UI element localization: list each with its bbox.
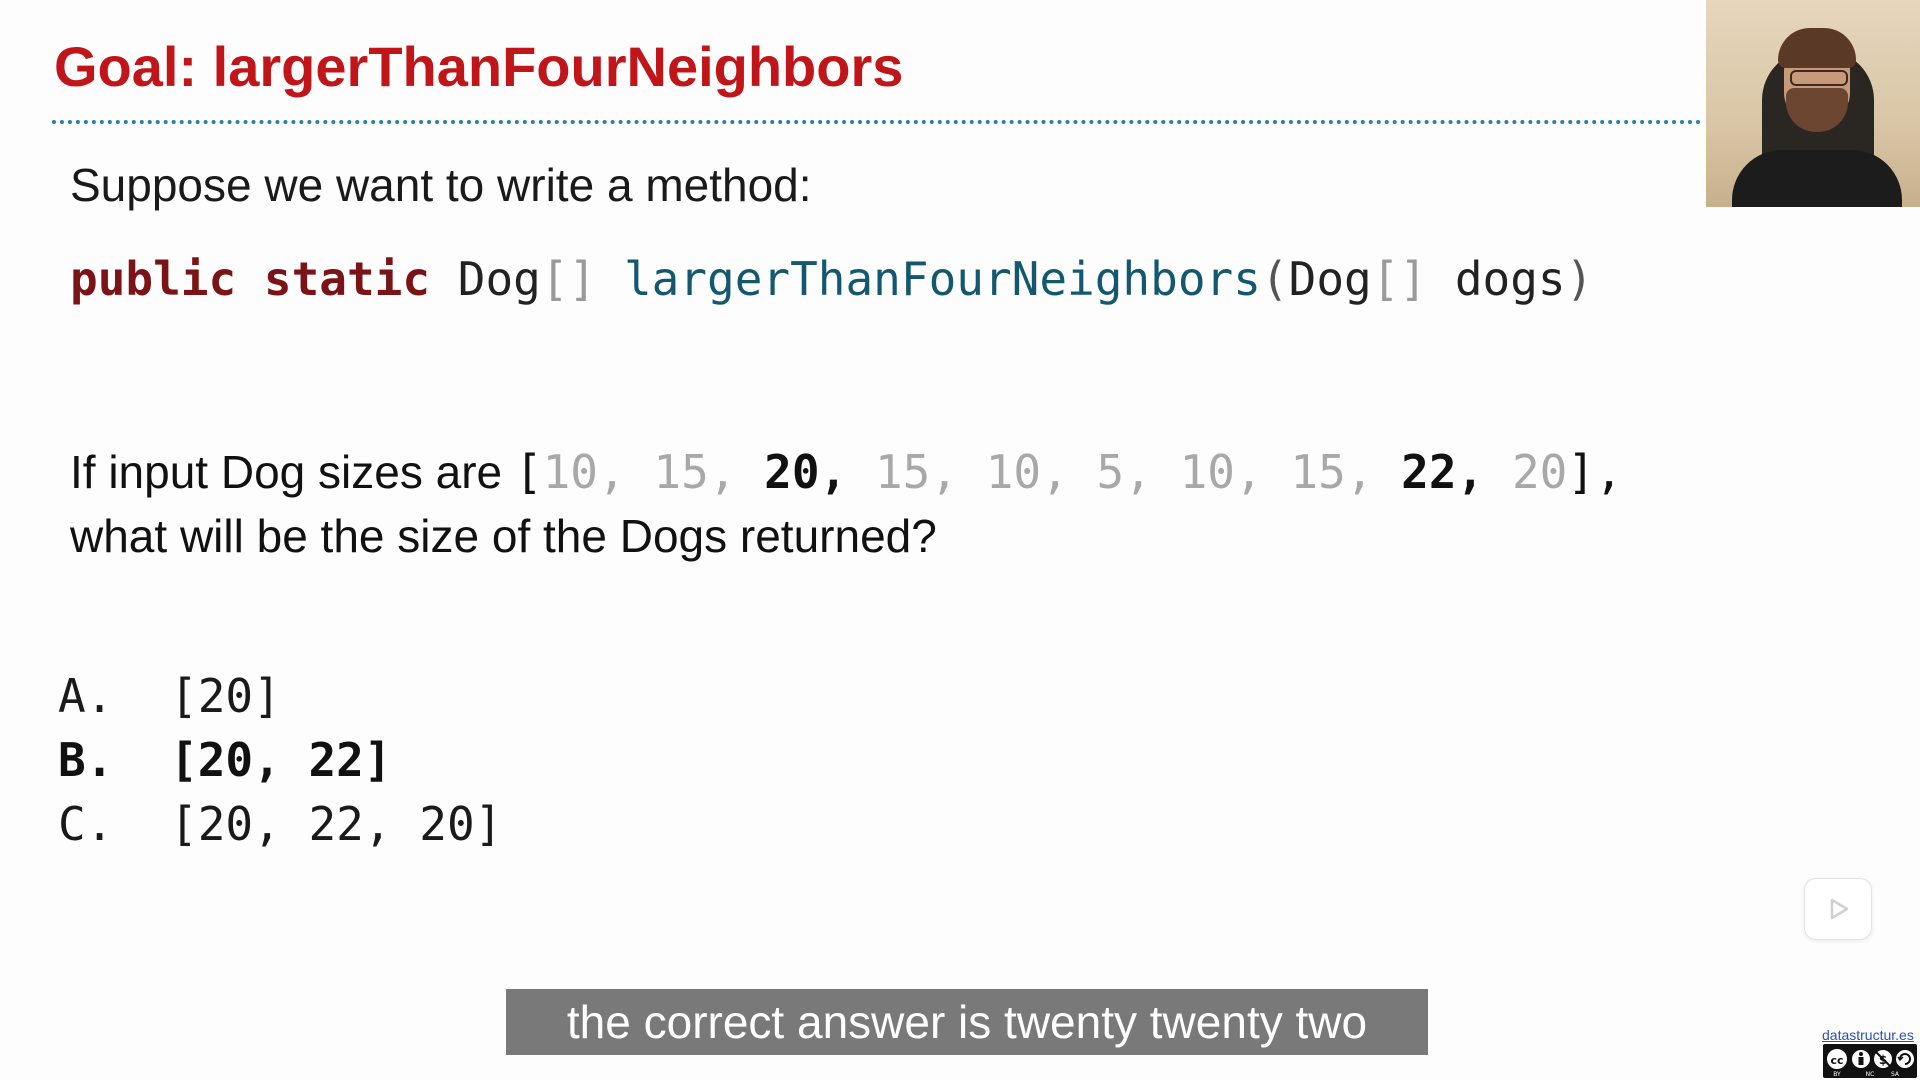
intro-text: Suppose we want to write a method: <box>70 159 812 211</box>
option-answer: [20, 22, 20] <box>170 797 503 851</box>
dog-size: 15 <box>653 445 709 499</box>
svg-text:SA: SA <box>1891 1071 1900 1078</box>
slide-title: Goal: largerThanFourNeighbors <box>54 35 904 98</box>
question-line-2: what will be the size of the Dogs return… <box>70 510 937 562</box>
method-name: largerThanFourNeighbors <box>623 252 1261 306</box>
option-letter: A. <box>58 669 114 723</box>
size-separator: , <box>1345 445 1402 499</box>
cc-by-nc-sa-icon: cc $ BY NC SA <box>1823 1044 1917 1078</box>
option-answer: [20, 22] <box>170 733 392 787</box>
option-answer: [20] <box>170 669 281 723</box>
dog-size: 5 <box>1096 445 1125 499</box>
question: If input Dog sizes are [10, 15, 20, 15, … <box>70 440 1623 568</box>
dog-size: 10 <box>542 445 598 499</box>
param-brackets: [] <box>1371 252 1428 306</box>
param-name: dogs <box>1454 252 1566 306</box>
presenter-webcam <box>1706 0 1920 207</box>
dog-size: 15 <box>1290 445 1346 499</box>
dog-size: 15 <box>874 445 931 499</box>
svg-text:cc: cc <box>1830 1054 1843 1067</box>
dog-size: 20 <box>1511 445 1568 499</box>
lecture-slide: Goal: largerThanFourNeighbors Suppose we… <box>0 0 1920 1080</box>
open-paren: ( <box>1260 252 1289 306</box>
option-letter: C. <box>58 797 114 851</box>
datastructures-link[interactable]: datastructur.es <box>1822 1027 1914 1043</box>
dog-size: 20 <box>764 445 820 499</box>
open-bracket: [ <box>514 445 543 499</box>
size-separator: , <box>1124 445 1180 499</box>
close-paren: ) <box>1565 252 1594 306</box>
size-separator: , <box>597 445 654 499</box>
question-prefix: If input Dog sizes are <box>70 446 515 498</box>
answer-option: C. [20, 22, 20] <box>58 792 502 856</box>
size-separator: , <box>708 445 765 499</box>
param-type: Dog <box>1288 252 1372 306</box>
answer-option: A. [20] <box>58 664 502 728</box>
play-icon <box>1830 898 1849 920</box>
size-separator: , <box>1456 445 1512 499</box>
option-letter: B. <box>58 733 114 787</box>
subtitle-box: the correct answer is twenty twenty two <box>506 989 1428 1055</box>
play-button[interactable] <box>1804 878 1872 940</box>
dog-size: 22 <box>1401 445 1457 499</box>
method-signature: public static Dog[] largerThanFourNeighb… <box>70 252 1593 306</box>
dog-size: 10 <box>1179 445 1235 499</box>
size-separator: , <box>1041 445 1097 499</box>
question-line-1: If input Dog sizes are [10, 15, 20, 15, … <box>70 440 1623 504</box>
sizes-list: 10, 15, 20, 15, 10, 5, 10, 15, 22, 20 <box>543 445 1568 499</box>
return-type: Dog <box>457 252 541 306</box>
answer-options: A. [20] B. [20, 22] C. [20, 22, 20] <box>58 664 502 856</box>
svg-text:NC: NC <box>1866 1071 1875 1078</box>
size-separator: , <box>930 445 986 499</box>
return-brackets: [] <box>540 252 597 306</box>
subtitle-text: the correct answer is twenty twenty two <box>566 996 1368 1048</box>
svg-text:BY: BY <box>1833 1071 1841 1078</box>
size-separator: , <box>819 445 875 499</box>
title-divider <box>52 120 1702 124</box>
size-separator: , <box>1234 445 1291 499</box>
keyword-static: static <box>263 252 431 306</box>
close-bracket: ], <box>1567 445 1623 499</box>
keyword-public: public <box>70 252 237 306</box>
dog-size: 10 <box>985 445 1042 499</box>
dog-sizes-array: [10, 15, 20, 15, 10, 5, 10, 15, 22, 20], <box>515 445 1623 499</box>
answer-option: B. [20, 22] <box>58 728 502 792</box>
